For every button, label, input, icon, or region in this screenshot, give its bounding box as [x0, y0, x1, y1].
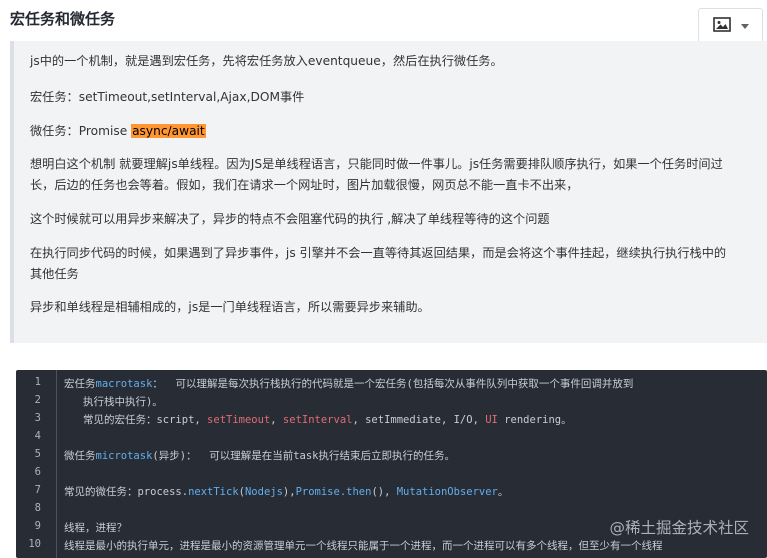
code-line: 常见的宏任务：script, setTimeout, setInterval, …: [64, 414, 572, 426]
code-line: 微任务microtask(异步)： 可以理解是在当前task执行结束后立即执行的…: [64, 450, 455, 462]
line-number: 3: [34, 412, 41, 424]
section-heading: 宏任务和微任务: [10, 10, 116, 28]
code-line: 线程是最小的执行单元，进程是最小的资源管理单元一个线程只能属于一个进程，而一个进…: [64, 540, 663, 552]
quote-paragraph-5: 这个时候就可以用异步来解决了，异步的特点不会阻塞代码的执行 ,解决了单线程等待的…: [30, 212, 550, 226]
quote-paragraph-3: 微任务：Promise async/await: [30, 124, 206, 138]
line-number: 8: [34, 502, 41, 514]
line-number: 10: [28, 538, 41, 550]
line-number: 5: [34, 448, 41, 460]
caret-down-icon: [740, 23, 749, 29]
insert-image-button[interactable]: [698, 8, 763, 44]
quote-paragraph-4: 想明白这个机制 就要理解js单线程。因为JS是单线程语言，只能同时做一件事儿。j…: [30, 157, 723, 192]
quote-paragraph-1: js中的一个机制，就是遇到宏任务，先将宏任务放入eventqueue，然后在执行…: [30, 54, 503, 68]
code-line: 常见的微任务：process.nextTick(Nodejs),Promise.…: [64, 486, 509, 498]
code-line: 线程，进程？: [64, 522, 127, 534]
line-number: 6: [34, 466, 41, 478]
line-number: 1: [34, 376, 41, 388]
gutter-divider: [56, 370, 57, 558]
code-line: 执行栈中执行)。: [64, 396, 163, 408]
line-number: 4: [34, 430, 41, 442]
quote-paragraph-6: 在执行同步代码的时候，如果遇到了异步事件，js 引擎并不会一直等待其返回结果，而…: [30, 246, 727, 281]
line-number: 2: [34, 394, 41, 406]
line-number: 7: [34, 484, 41, 496]
line-number: 9: [34, 520, 41, 532]
quote-paragraph-2: 宏任务：setTimeout,setInterval,Ajax,DOM事件: [30, 90, 305, 104]
blockquote: js中的一个机制，就是遇到宏任务，先将宏任务放入eventqueue，然后在执行…: [10, 41, 767, 343]
image-icon: [712, 16, 731, 36]
watermark: @稀土掘金技术社区: [609, 519, 749, 537]
code-line: 宏任务macrotask： 可以理解是每次执行栈执行的代码就是一个宏任务(包括每…: [64, 378, 634, 390]
quote-paragraph-7: 异步和单线程是相辅相成的，js是一门单线程语言，所以需要异步来辅助。: [30, 300, 430, 314]
highlighted-text: async/await: [131, 124, 206, 138]
